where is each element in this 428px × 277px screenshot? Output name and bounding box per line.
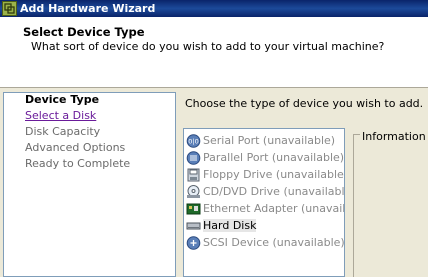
parallel-port-icon [186,151,201,165]
vmware-app-icon [2,1,17,16]
floppy-drive-icon [187,168,200,182]
ethernet-adapter-icon [186,203,201,215]
step-ready-to-complete: Ready to Complete [25,157,131,170]
step-disk-capacity: Disk Capacity [25,125,101,138]
device-label: SCSI Device (unavailable) [203,236,345,249]
device-label: Hard Disk [203,219,257,232]
wizard-steps-panel: Device Type Select a Disk Disk Capacity … [3,92,176,277]
device-label: CD/DVD Drive (unavailable) [203,185,345,198]
page-title: Select Device Type [23,25,145,39]
information-legend: Information [360,130,428,143]
device-type-prompt: Choose the type of device you wish to ad… [185,97,424,110]
device-scsi-device[interactable]: SCSI Device (unavailable) [185,235,345,251]
step-select-a-disk[interactable]: Select a Disk [25,109,96,122]
svg-text:0|0: 0|0 [188,138,198,146]
device-ethernet-adapter[interactable]: Ethernet Adapter (unavailabl [185,201,345,217]
device-label: Parallel Port (unavailable) [203,151,345,164]
hard-disk-icon [186,222,201,230]
title-bar[interactable]: Add Hardware Wizard [0,0,428,17]
device-floppy-drive[interactable]: Floppy Drive (unavailable) [185,167,345,183]
device-hard-disk[interactable]: Hard Disk [185,218,343,234]
page-subtitle: What sort of device do you wish to add t… [31,40,385,53]
device-parallel-port[interactable]: Parallel Port (unavailable) [185,150,345,166]
information-group [353,134,428,277]
step-device-type: Device Type [25,93,100,106]
scsi-device-icon [186,236,201,250]
device-serial-port[interactable]: 0|0 Serial Port (unavailable) [185,133,343,149]
device-label: Serial Port (unavailable) [203,134,336,147]
device-label: Ethernet Adapter (unavailabl [203,202,345,215]
device-cd-dvd-drive[interactable]: CD/DVD Drive (unavailable) [185,184,345,200]
wizard-header: Select Device Type What sort of device d… [0,17,428,88]
device-type-list[interactable]: 0|0 Serial Port (unavailable) Parallel P… [183,128,345,277]
serial-port-icon: 0|0 [186,134,201,148]
step-advanced-options: Advanced Options [25,141,126,154]
cd-dvd-drive-icon [187,185,200,198]
device-label: Floppy Drive (unavailable) [203,168,345,181]
window-title: Add Hardware Wizard [20,2,156,15]
